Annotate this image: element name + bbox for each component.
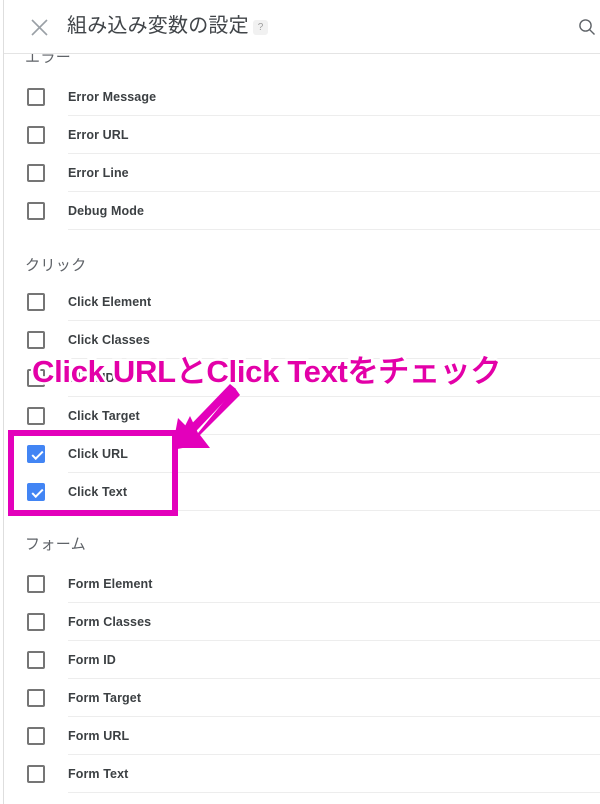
variable-label[interactable]: Form Text xyxy=(68,755,128,793)
variable-row[interactable]: Error Message xyxy=(5,78,600,116)
variable-label[interactable]: Click ID xyxy=(68,359,115,397)
checkbox-click-target[interactable] xyxy=(27,407,45,425)
checkbox-form-classes[interactable] xyxy=(27,613,45,631)
variable-row[interactable]: Error Line xyxy=(5,154,600,192)
help-badge[interactable]: ? xyxy=(253,20,268,35)
checkbox-form-url[interactable] xyxy=(27,727,45,745)
variable-row[interactable]: Form Text xyxy=(5,755,600,793)
variable-label[interactable]: Click Classes xyxy=(68,321,150,359)
variable-label[interactable]: Error Message xyxy=(68,78,156,116)
variables-list[interactable]: エラー Error Message Error URL Error Line Debug… xyxy=(5,54,600,804)
row-divider xyxy=(68,792,600,793)
variable-label[interactable]: Form Classes xyxy=(68,603,151,641)
checkbox-form-text[interactable] xyxy=(27,765,45,783)
checkbox-form-element[interactable] xyxy=(27,575,45,593)
checkbox-click-text[interactable] xyxy=(27,483,45,501)
page-title: 組み込み変数の設定 xyxy=(67,15,249,37)
checkbox-click-element[interactable] xyxy=(27,293,45,311)
checkbox-debug-mode[interactable] xyxy=(27,202,45,220)
variable-label[interactable]: Click URL xyxy=(68,435,128,473)
variable-label[interactable]: Click Target xyxy=(68,397,140,435)
variable-label[interactable]: Debug Mode xyxy=(68,192,144,230)
checkbox-form-id[interactable] xyxy=(27,651,45,669)
variable-label[interactable]: Form Element xyxy=(68,565,153,603)
variable-row[interactable]: Form URL xyxy=(5,717,600,755)
row-divider xyxy=(68,510,600,511)
variable-row[interactable]: Click Text xyxy=(5,473,600,511)
variable-row[interactable]: Click URL xyxy=(5,435,600,473)
variable-label[interactable]: Click Element xyxy=(68,283,151,321)
section-title-error: エラー xyxy=(25,54,72,66)
window-left-edge xyxy=(0,0,4,804)
variable-row[interactable]: Form ID xyxy=(5,641,600,679)
variable-label[interactable]: Click Text xyxy=(68,473,127,511)
section-title-form: フォーム xyxy=(25,536,87,553)
variable-row[interactable]: Click Element xyxy=(5,283,600,321)
checkbox-click-url[interactable] xyxy=(27,445,45,463)
variable-row[interactable]: Click Target xyxy=(5,397,600,435)
variable-label[interactable]: Form URL xyxy=(68,717,129,755)
checkbox-error-line[interactable] xyxy=(27,164,45,182)
search-icon xyxy=(577,17,597,37)
variable-label[interactable]: Form ID xyxy=(68,641,116,679)
close-icon xyxy=(30,18,49,37)
variable-label[interactable]: Error Line xyxy=(68,154,129,192)
variable-label[interactable]: Form Target xyxy=(68,679,141,717)
variable-label[interactable]: Error URL xyxy=(68,116,129,154)
section-title-click: クリック xyxy=(25,257,87,274)
checkbox-click-classes[interactable] xyxy=(27,331,45,349)
checkbox-error-message[interactable] xyxy=(27,88,45,106)
variable-row[interactable]: Form Classes xyxy=(5,603,600,641)
builtin-variables-config-screen: 組み込み変数の設定 ? エラー Error Message Error URL Err… xyxy=(0,0,600,804)
variable-row[interactable]: Form Target xyxy=(5,679,600,717)
variable-row[interactable]: Form Element xyxy=(5,565,600,603)
search-button[interactable] xyxy=(572,12,600,42)
variable-row[interactable]: Click ID xyxy=(5,359,600,397)
dialog-header: 組み込み変数の設定 ? xyxy=(4,0,600,54)
row-divider xyxy=(68,229,600,230)
variable-row[interactable]: Debug Mode xyxy=(5,192,600,230)
variable-row[interactable]: Error URL xyxy=(5,116,600,154)
checkbox-form-target[interactable] xyxy=(27,689,45,707)
variable-row[interactable]: Click Classes xyxy=(5,321,600,359)
close-button[interactable] xyxy=(24,12,54,42)
checkbox-error-url[interactable] xyxy=(27,126,45,144)
checkbox-click-id[interactable] xyxy=(27,369,45,387)
